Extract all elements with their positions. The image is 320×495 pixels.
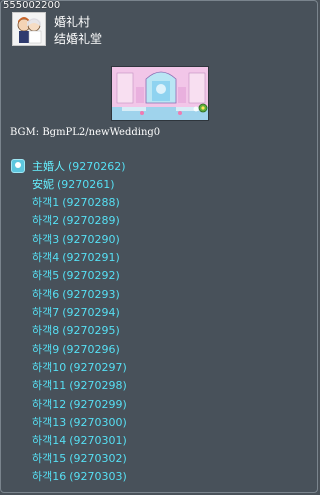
npc-name: 하객8 <box>32 324 60 337</box>
npc-id: (9270302) <box>69 452 127 465</box>
npc-name: 하객6 <box>32 288 60 301</box>
npc-name: 하객5 <box>32 269 60 282</box>
npc-marker-icon <box>11 159 25 173</box>
npc-item[interactable]: 安妮 (9270261) <box>32 176 115 194</box>
npc-name: 하객13 <box>32 416 67 429</box>
npc-name: 하객15 <box>32 452 67 465</box>
npc-id: (9270290) <box>62 233 120 246</box>
npc-item[interactable]: 하객8 (9270295) <box>32 322 120 340</box>
npc-name: 하객2 <box>32 214 60 227</box>
npc-name: 하객1 <box>32 196 60 209</box>
map-name: 结婚礼堂 <box>54 32 103 46</box>
npc-id: (9270261) <box>57 178 115 191</box>
npc-item[interactable]: 하객3 (9270290) <box>32 231 120 249</box>
npc-id: (9270296) <box>62 343 120 356</box>
npc-id: (9270291) <box>62 251 120 264</box>
map-info-panel: 555002200 婚礼村 结婚礼堂 BGM: BgmPL2/newWeddin… <box>0 0 318 493</box>
npc-id: (9270262) <box>68 160 126 173</box>
npc-id: (9270299) <box>69 398 127 411</box>
npc-name: 安妮 <box>32 178 54 191</box>
npc-item[interactable]: 하객6 (9270293) <box>32 286 120 304</box>
npc-item[interactable]: 하객13 (9270300) <box>32 414 127 432</box>
npc-name: 主婚人 <box>32 160 65 173</box>
npc-item[interactable]: 하객15 (9270302) <box>32 450 127 468</box>
npc-id: (9270295) <box>62 324 120 337</box>
npc-id: (9270288) <box>62 196 120 209</box>
npc-item[interactable]: 하객5 (9270292) <box>32 267 120 285</box>
npc-item[interactable]: 하객1 (9270288) <box>32 194 120 212</box>
npc-id: (9270303) <box>69 470 127 483</box>
npc-item[interactable]: 하객16 (9270303) <box>32 468 127 486</box>
npc-item[interactable]: 하객9 (9270296) <box>32 341 120 359</box>
npc-name: 하객14 <box>32 434 67 447</box>
npc-id: (9270301) <box>69 434 127 447</box>
npc-id: (9270298) <box>69 379 127 392</box>
npc-name: 하객11 <box>32 379 67 392</box>
wedding-couple-icon <box>12 12 46 46</box>
npc-name: 하객4 <box>32 251 60 264</box>
npc-item[interactable]: 主婚人 (9270262) <box>32 158 126 176</box>
npc-name: 하객3 <box>32 233 60 246</box>
npc-item[interactable]: 하객12 (9270299) <box>32 396 127 414</box>
npc-name: 하객7 <box>32 306 60 319</box>
map-region-name: 婚礼村 <box>54 15 91 29</box>
npc-id: (9270293) <box>62 288 120 301</box>
npc-id: (9270292) <box>62 269 120 282</box>
bgm-value: BgmPL2/newWedding0 <box>42 127 161 138</box>
npc-item[interactable]: 하객14 (9270301) <box>32 432 127 450</box>
npc-item[interactable]: 하객4 (9270291) <box>32 249 120 267</box>
npc-name: 하객16 <box>32 470 67 483</box>
npc-id: (9270294) <box>62 306 120 319</box>
npc-id: (9270300) <box>69 416 127 429</box>
map-id-label: 555002200 <box>3 0 61 11</box>
npc-id: (9270297) <box>69 361 127 374</box>
npc-item[interactable]: 하객2 (9270289) <box>32 212 120 230</box>
npc-name: 하객10 <box>32 361 67 374</box>
chapel-preview-image <box>111 66 209 121</box>
npc-name: 하객9 <box>32 343 60 356</box>
bgm-line: BGM: BgmPL2/newWedding0 <box>10 127 160 138</box>
npc-item[interactable]: 하객11 (9270298) <box>32 377 127 395</box>
npc-id: (9270289) <box>62 214 120 227</box>
npc-name: 하객12 <box>32 398 67 411</box>
npc-item[interactable]: 하객10 (9270297) <box>32 359 127 377</box>
bgm-label: BGM: <box>10 127 40 138</box>
npc-item[interactable]: 하객7 (9270294) <box>32 304 120 322</box>
